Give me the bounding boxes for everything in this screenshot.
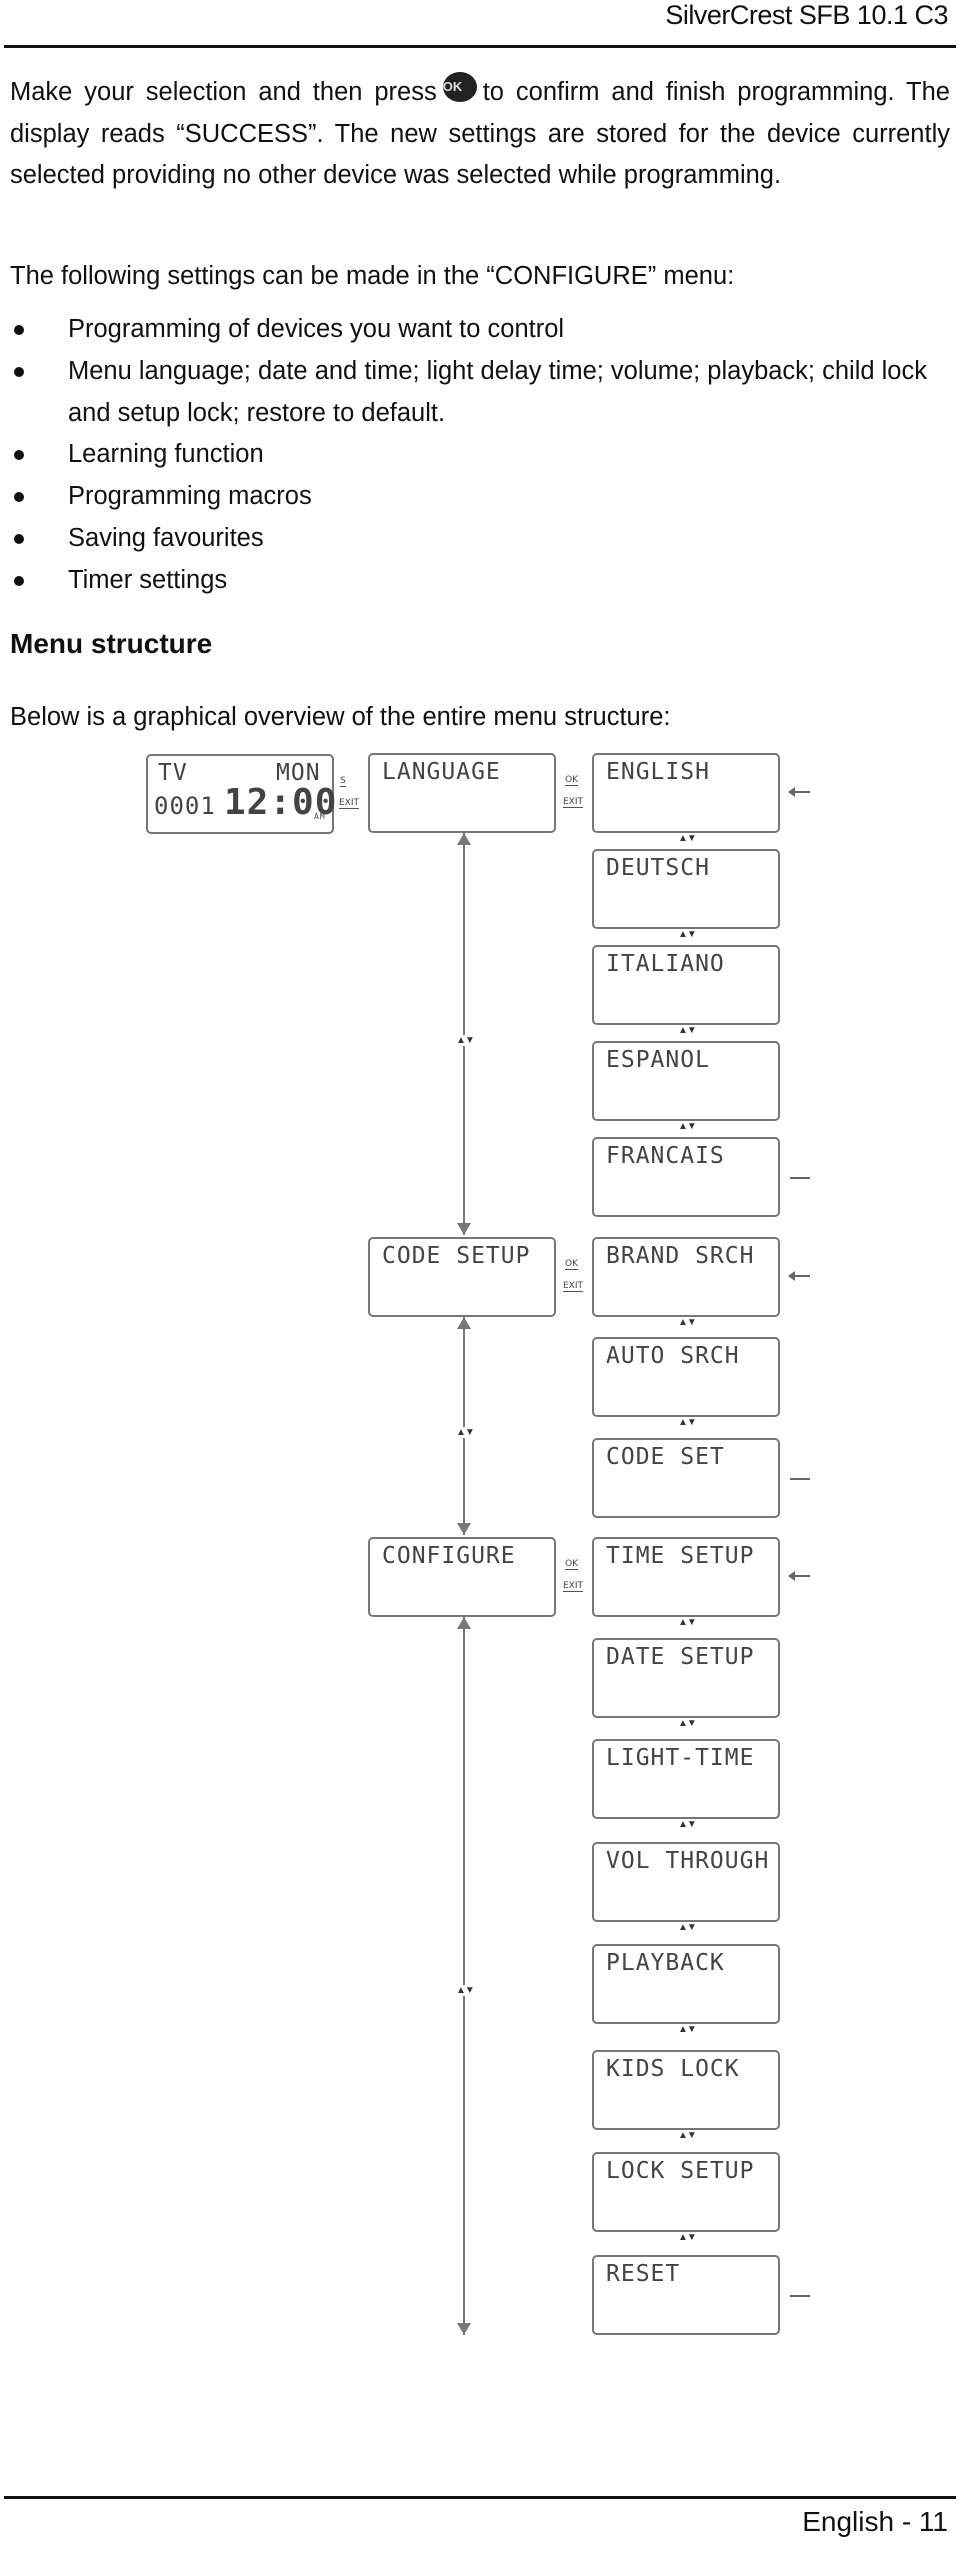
setup-key-label: S — [340, 776, 346, 787]
updown-icon: ▲▼ — [678, 1922, 697, 1933]
vertical-connector — [463, 1617, 465, 2335]
display-ampm: AM — [314, 812, 326, 821]
vertical-connector — [463, 833, 465, 1235]
intro-text: Make your selection and then press — [10, 78, 437, 106]
menu-box-label: RESET — [606, 2261, 681, 2287]
menu-box-label: DATE SETUP — [606, 1644, 755, 1670]
menu-box-label: VOL THROUGH — [606, 1848, 770, 1874]
footer-rule — [4, 2496, 956, 2499]
submenu-box: ENGLISH — [592, 753, 780, 833]
menu-box-label: CODE SETUP — [382, 1243, 531, 1269]
exit-key-label: EXIT — [563, 1281, 584, 1292]
updown-icon: ▲▼ — [678, 1617, 697, 1628]
exit-key-label: EXIT — [339, 798, 360, 809]
arrow-down-icon — [457, 1223, 471, 1235]
loop-arrow-left-icon — [788, 1571, 810, 1581]
menu-box-label: LIGHT-TIME — [606, 1745, 755, 1771]
arrow-up-icon — [457, 1317, 471, 1329]
submenu-box: RESET — [592, 2255, 780, 2335]
display-device: TV — [158, 760, 188, 786]
updown-icon: ▲▼ — [678, 1417, 697, 1428]
menu-box-label: DEUTSCH — [606, 855, 710, 881]
updown-icon: ▲▼ — [678, 2130, 697, 2141]
arrow-up-icon — [457, 833, 471, 845]
updown-icon: ▲▼ — [678, 1025, 697, 1036]
updown-icon: ▲▼ — [456, 1427, 475, 1438]
submenu-box: PLAYBACK — [592, 1944, 780, 2024]
document-header: SilverCrest SFB 10.1 C3 — [665, 0, 948, 30]
submenu-box: LIGHT-TIME — [592, 1739, 780, 1819]
submenu-box: DEUTSCH — [592, 849, 780, 929]
updown-icon: ▲▼ — [678, 2024, 697, 2035]
submenu-box: CODE SET — [592, 1438, 780, 1518]
loop-arrow-left-icon — [788, 1271, 810, 1281]
menu-box-label: ENGLISH — [606, 759, 710, 785]
arrow-down-icon — [457, 1523, 471, 1535]
menu-box-label: ESPANOL — [606, 1047, 710, 1073]
exit-key-label: EXIT — [563, 797, 584, 808]
ok-key-label: OK — [565, 1259, 578, 1270]
header-rule — [4, 45, 956, 48]
menu-box-label: FRANCAIS — [606, 1143, 725, 1169]
updown-icon: ▲▼ — [678, 1718, 697, 1729]
ok-key-label: OK — [565, 775, 578, 786]
submenu-box: ESPANOL — [592, 1041, 780, 1121]
configure-intro: The following settings can be made in th… — [10, 262, 735, 290]
submenu-box: VOL THROUGH — [592, 1842, 780, 1922]
loop-line — [790, 2295, 810, 2297]
updown-icon: ▲▼ — [678, 2232, 697, 2243]
updown-icon: ▲▼ — [678, 1121, 697, 1132]
menu-box-label: KIDS LOCK — [606, 2056, 740, 2082]
settings-list: Programming of devices you want to contr… — [10, 309, 950, 602]
list-item: Programming macros — [10, 476, 950, 518]
submenu-box: TIME SETUP — [592, 1537, 780, 1617]
updown-icon: ▲▼ — [678, 833, 697, 844]
menu-box-label: PLAYBACK — [606, 1950, 725, 1976]
submenu-box: ITALIANO — [592, 945, 780, 1025]
submenu-box: LOCK SETUP — [592, 2152, 780, 2232]
submenu-box: KIDS LOCK — [592, 2050, 780, 2130]
list-item: Saving favourites — [10, 518, 950, 560]
updown-icon: ▲▼ — [456, 1985, 475, 1996]
menu-box-label: AUTO SRCH — [606, 1343, 740, 1369]
menu-box-label: BRAND SRCH — [606, 1243, 755, 1269]
submenu-box: FRANCAIS — [592, 1137, 780, 1217]
submenu-box: DATE SETUP — [592, 1638, 780, 1718]
list-item: Timer settings — [10, 560, 950, 602]
loop-line — [790, 1478, 810, 1480]
section-intro: Below is a graphical overview of the ent… — [10, 703, 671, 731]
submenu-box: AUTO SRCH — [592, 1337, 780, 1417]
main-menu-box: CODE SETUP — [368, 1237, 556, 1317]
vertical-connector — [463, 1317, 465, 1535]
updown-icon: ▲▼ — [456, 1035, 475, 1046]
loop-line — [790, 1177, 810, 1179]
display-code: 0001 — [154, 792, 216, 820]
loop-arrow-left-icon — [788, 787, 810, 797]
start-display-box: TV MON 0001 12:00 AM — [146, 754, 336, 834]
menu-box-label: LANGUAGE — [382, 759, 501, 785]
list-item: Menu language; date and time; light dela… — [10, 351, 950, 435]
main-menu-box: LANGUAGE — [368, 753, 556, 833]
menu-box-label: ITALIANO — [606, 951, 725, 977]
intro-paragraph: Make your selection and then press OK to c… — [10, 72, 950, 197]
arrow-up-icon — [457, 1617, 471, 1629]
menu-box-label: CONFIGURE — [382, 1543, 516, 1569]
arrow-down-icon — [457, 2323, 471, 2335]
ok-button-icon: OK — [442, 72, 477, 102]
menu-box-label: TIME SETUP — [606, 1543, 755, 1569]
updown-icon: ▲▼ — [678, 929, 697, 940]
updown-icon: ▲▼ — [678, 1317, 697, 1328]
menu-box-label: LOCK SETUP — [606, 2158, 755, 2184]
menu-box-label: CODE SET — [606, 1444, 725, 1470]
page-number: English - 11 — [802, 2506, 948, 2537]
updown-icon: ▲▼ — [678, 1819, 697, 1830]
main-menu-box: CONFIGURE — [368, 1537, 556, 1617]
ok-key-label: OK — [565, 1559, 578, 1570]
list-item: Learning function — [10, 434, 950, 476]
submenu-box: BRAND SRCH — [592, 1237, 780, 1317]
list-item: Programming of devices you want to contr… — [10, 309, 950, 351]
section-title: Menu structure — [10, 628, 213, 659]
exit-key-label: EXIT — [563, 1581, 584, 1592]
